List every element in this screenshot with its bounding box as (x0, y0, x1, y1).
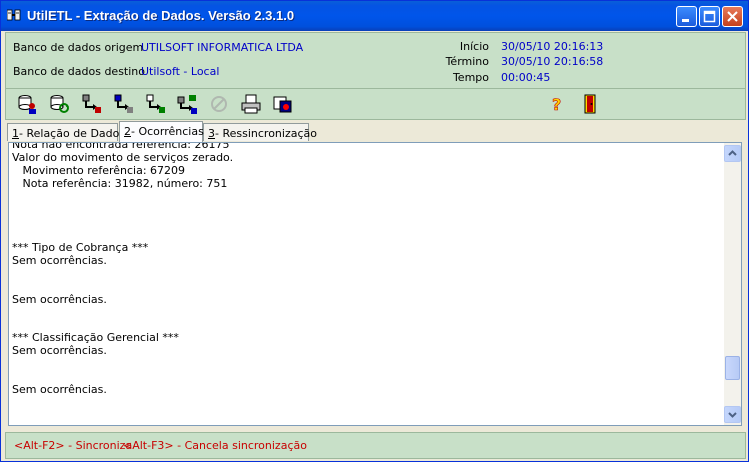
tab-relacao-de-dados[interactable]: 1- Relação de Dados (7, 123, 125, 141)
dest-value: Utilsoft - Local (141, 65, 220, 78)
sync-arrow-icon[interactable] (144, 93, 166, 115)
time-value: 00:00:45 (501, 71, 551, 84)
exit-door-icon[interactable] (579, 93, 601, 115)
import-arrow-icon[interactable] (80, 93, 102, 115)
vertical-scrollbar[interactable] (724, 143, 741, 425)
log-line: *** Classificação Gerencial *** (12, 331, 179, 345)
log-line: Sem ocorrências. (12, 292, 107, 306)
minimize-button[interactable] (676, 6, 697, 27)
maximize-icon (703, 10, 716, 23)
log-line: Sem ocorrências. (12, 344, 107, 358)
tab-ressinc-key: 3 (208, 127, 215, 140)
info-panel: Banco de dados origem UTILSOFT INFORMATI… (5, 32, 746, 89)
disabled-cancel-icon (211, 96, 227, 112)
help-icon[interactable]: ? (546, 93, 568, 115)
log-line: Movimento referência: 67209 (12, 163, 186, 177)
hint-cancela: <Alt-F3> - Cancela sincronização (123, 439, 307, 452)
scroll-up-button[interactable] (724, 145, 741, 162)
log-line: Nota referência: 31982, número: 751 (12, 176, 228, 190)
chevron-down-icon (728, 412, 737, 418)
status-bar: <Alt-F2> - Sincroniza <Alt-F3> - Cancela… (5, 432, 746, 459)
scroll-down-button[interactable] (724, 406, 741, 423)
tab-strip: 1- Relação de Dados 2- Ocorrências 3- Re… (5, 121, 746, 143)
scroll-thumb[interactable] (725, 356, 740, 380)
window-title: UtilETL - Extração de Dados. Versão 2.3.… (27, 8, 295, 23)
tab-relacao-key: 1 (12, 127, 19, 140)
start-label: Início (459, 40, 489, 53)
tab-ocorrencias[interactable]: 2- Ocorrências (119, 121, 204, 142)
app-icon (7, 9, 21, 21)
log-line: *** Tipo de Cobrança *** (12, 241, 149, 255)
hint-sincroniza: <Alt-F2> - Sincroniza (14, 439, 133, 452)
log-lines: Nota não encontrada referência: 26175 Val… (12, 143, 722, 397)
tab-relacao-label: - Relação de Dados (19, 127, 126, 140)
db-user-icon[interactable] (16, 93, 38, 115)
tab-ocorrencias-key: 2 (124, 125, 131, 138)
title-bar[interactable]: UtilETL - Extração de Dados. Versão 2.3.… (1, 1, 748, 31)
log-line: Valor do movimento de serviços zerado. (12, 150, 234, 164)
minimize-icon (682, 19, 689, 22)
export-arrow-icon[interactable] (112, 93, 134, 115)
log-line: Sem ocorrências. (12, 254, 107, 268)
end-value: 30/05/10 20:16:58 (501, 55, 604, 68)
tab-ressincronizacao[interactable]: 3- Ressincronização (203, 123, 317, 141)
end-label: Término (445, 55, 489, 68)
time-label: Tempo (452, 71, 489, 84)
origin-label: Banco de dados origem (13, 41, 144, 54)
start-value: 30/05/10 20:16:13 (501, 40, 604, 53)
toolbar: ? (5, 89, 746, 120)
db-refresh-icon[interactable] (48, 93, 70, 115)
maximize-button[interactable] (699, 6, 720, 27)
close-button[interactable] (722, 6, 743, 27)
chevron-up-icon (728, 150, 737, 156)
tab-ressinc-label: - Ressincronização (215, 127, 317, 140)
print-icon[interactable] (240, 93, 262, 115)
tab-ocorrencias-label: - Ocorrências (131, 125, 204, 138)
main-window: UtilETL - Extração de Dados. Versão 2.3.… (0, 0, 749, 462)
svg-text:?: ? (552, 95, 561, 114)
occurrences-textarea[interactable]: Nota não encontrada referência: 26175 Val… (8, 142, 742, 426)
close-icon (727, 11, 738, 22)
config-icon[interactable] (272, 93, 294, 115)
log-line: Sem ocorrências. (12, 382, 107, 396)
origin-value: UTILSOFT INFORMATICA LTDA (141, 41, 304, 54)
transfer-icon[interactable] (176, 93, 198, 115)
dest-label: Banco de dados destino (13, 65, 145, 78)
